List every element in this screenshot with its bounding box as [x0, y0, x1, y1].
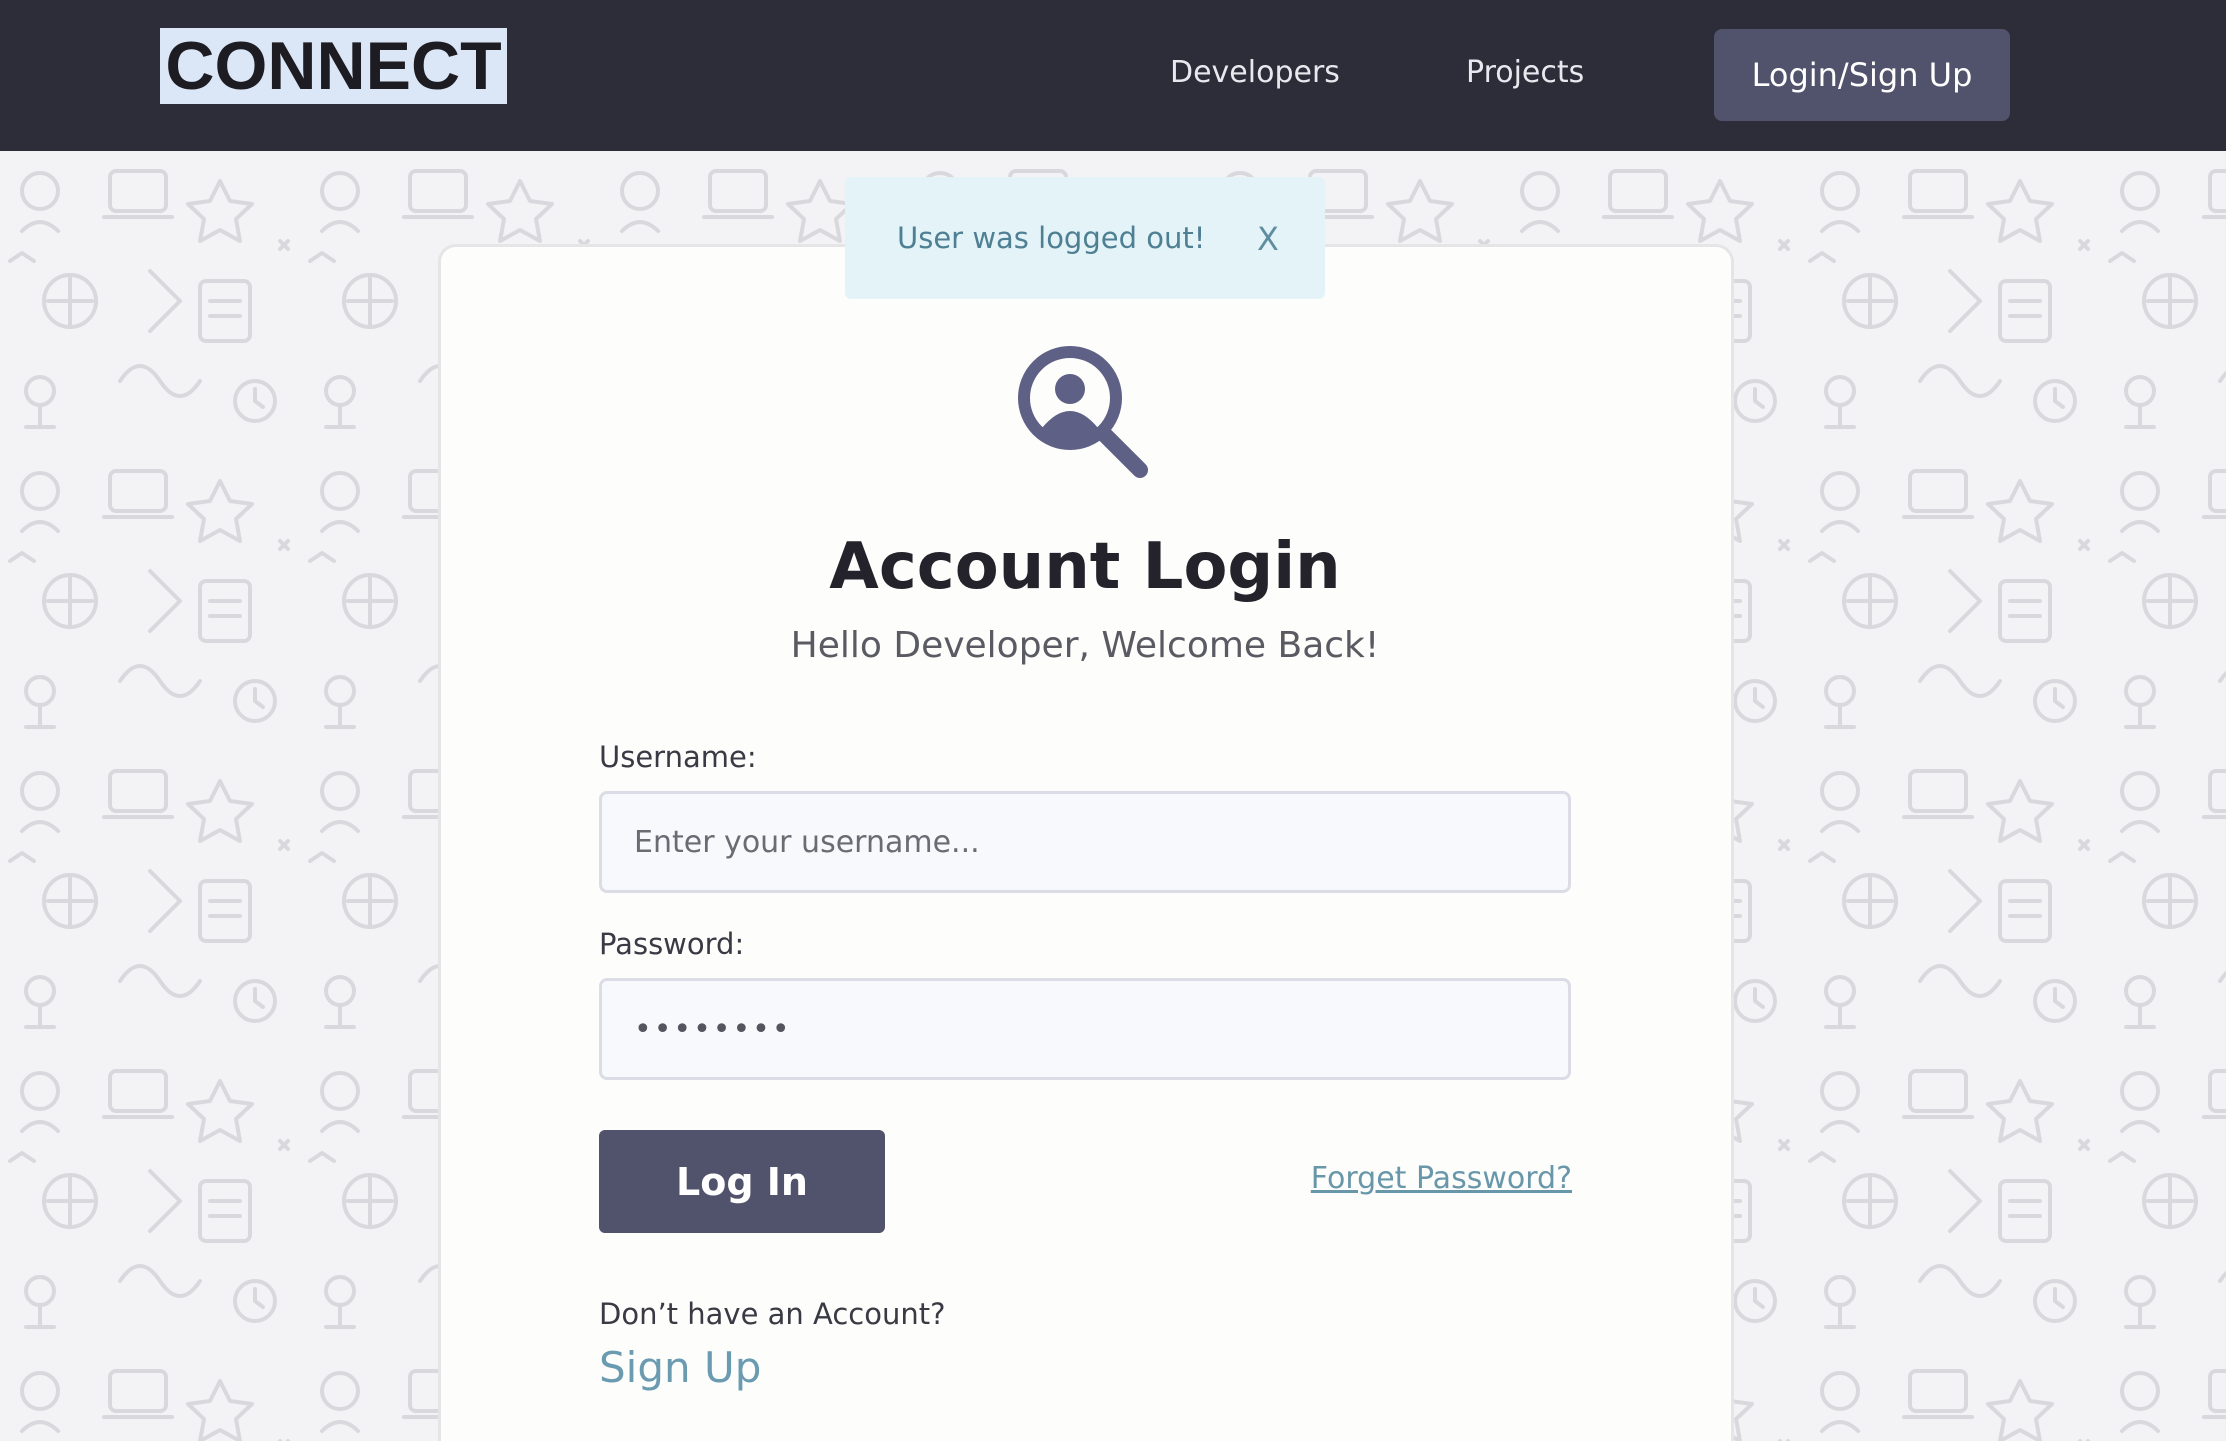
- alert-close-button[interactable]: X: [1250, 219, 1286, 259]
- forgot-password-link[interactable]: Forget Password?: [1304, 1158, 1572, 1200]
- password-masked-value: ••••••••: [634, 1012, 792, 1047]
- top-navigation-bar: CONNECT Developers Projects Login/Sign U…: [0, 0, 2226, 151]
- welcome-subtitle: Hello Developer, Welcome Back!: [790, 625, 1380, 666]
- login-signup-button[interactable]: Login/Sign Up: [1714, 29, 2010, 121]
- nav-link-projects[interactable]: Projects: [1466, 50, 1584, 96]
- alert-message: User was logged out!: [897, 221, 1206, 255]
- page-title: Account Login: [829, 530, 1341, 604]
- log-in-button[interactable]: Log In: [599, 1130, 885, 1233]
- no-account-text: Don’t have an Account?: [599, 1297, 946, 1331]
- username-label: Username:: [599, 740, 757, 774]
- password-label: Password:: [599, 927, 745, 961]
- brand-logo[interactable]: CONNECT: [160, 28, 507, 104]
- nav-link-developers[interactable]: Developers: [1170, 50, 1340, 96]
- user-search-icon: [1016, 344, 1152, 482]
- username-input[interactable]: [599, 791, 1571, 893]
- sign-up-link[interactable]: Sign Up: [599, 1340, 761, 1396]
- logout-alert: User was logged out! X: [845, 177, 1325, 299]
